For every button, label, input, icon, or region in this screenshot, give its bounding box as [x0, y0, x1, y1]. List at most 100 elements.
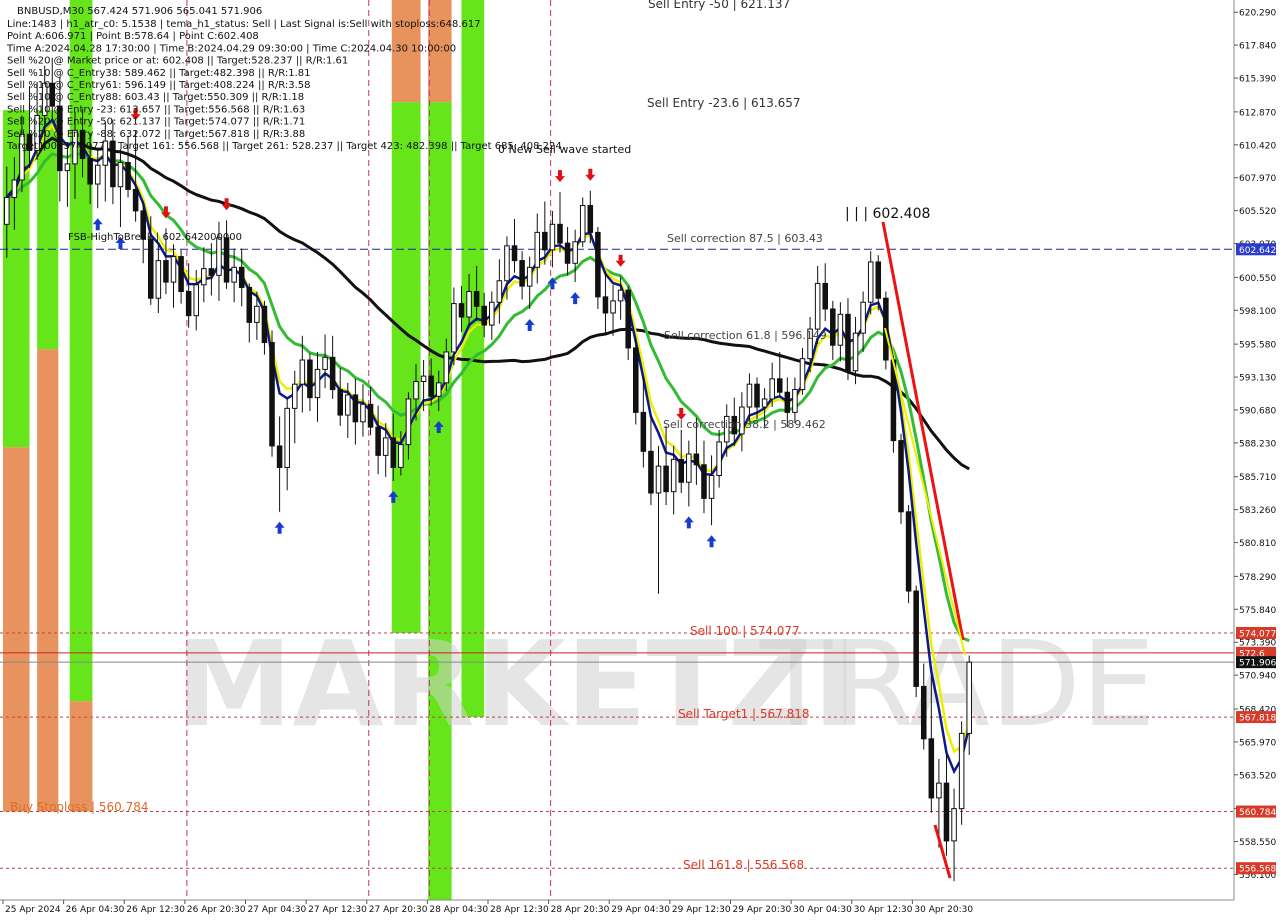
candle-body: [898, 440, 904, 513]
candle-body: [208, 268, 215, 276]
candle-body: [276, 445, 283, 468]
candle-body: [655, 465, 662, 494]
candle-body: [155, 260, 162, 299]
price-tag-label: 574.077: [1239, 629, 1276, 639]
info-line: Line:1483 | h1_atr_c0: 5.1538 | tema_h1_…: [7, 19, 481, 30]
zone-0: [3, 110, 30, 448]
candle-body: [564, 242, 571, 264]
y-tick-label: 612.870: [1239, 108, 1276, 118]
candle-body: [769, 378, 775, 400]
candle-body: [254, 305, 260, 323]
info-line: Sell %10 @ C_Entry88: 603.43 || Target:5…: [7, 92, 304, 103]
price-tag: 556.568: [1236, 862, 1276, 875]
candle-body: [837, 313, 844, 346]
candle-body: [466, 290, 472, 318]
zone-1: [3, 447, 30, 812]
candle-body: [382, 437, 389, 456]
candle-body: [852, 332, 859, 372]
candle-body: [489, 301, 495, 326]
x-tick-label: 29 Apr 04:30: [611, 905, 670, 915]
x-tick-label: 30 Apr 20:30: [914, 905, 973, 915]
y-tick-label: 575.840: [1239, 606, 1276, 616]
candle-body: [678, 458, 685, 483]
candle-body: [163, 260, 169, 283]
candle-body: [405, 398, 412, 446]
y-tick-label: 595.580: [1239, 341, 1276, 351]
x-tick-label: 28 Apr 20:30: [551, 905, 610, 915]
candle-body: [784, 391, 791, 413]
candle-body: [314, 368, 321, 399]
sell-correction-618-label: Sell correction 61.8 | 596.149: [664, 329, 827, 342]
y-tick-label: 605.520: [1239, 207, 1276, 217]
candle-body: [875, 261, 882, 299]
candle-body: [185, 290, 192, 317]
candle-body: [746, 383, 753, 408]
y-tick-label: 558.550: [1239, 838, 1276, 848]
candle-body: [261, 305, 268, 344]
candle-body: [451, 303, 457, 353]
candle-body: [814, 282, 821, 330]
candle-body: [686, 453, 692, 483]
price-tag: 571.906: [1236, 656, 1276, 669]
candle-body: [572, 241, 578, 264]
trading-chart[interactable]: MARKETZI TRADE Sell Entry -50 | 621.137 …: [0, 0, 1280, 920]
candle-body: [519, 260, 525, 287]
x-tick-label: 26 Apr 20:30: [187, 905, 246, 915]
candle-body: [640, 411, 647, 452]
candle-body: [708, 475, 715, 499]
x-tick-label: 26 Apr 04:30: [66, 905, 125, 915]
candle-body: [761, 398, 768, 408]
info-line: Sell %10 @ C_Entry38: 589.462 || Target:…: [7, 68, 310, 79]
candle-body: [428, 375, 434, 397]
symbol-line: BNBUSD,M30 567.424 571.906 565.041 571.9…: [17, 6, 262, 17]
buy-stoploss-label: Buy Stoploss | 560.784: [10, 800, 149, 814]
fsb-high-label: FSB-HighToBreak | 602.642000000: [68, 232, 242, 243]
zone-3: [37, 349, 59, 812]
candle-body: [345, 394, 351, 416]
candle-body: [367, 403, 374, 428]
price-tag: 574.077: [1236, 626, 1276, 639]
price-tag-label: 571.906: [1239, 659, 1276, 669]
info-line: Point A:606.971 | Point B:578.64 | Point…: [7, 31, 259, 42]
candle-body: [216, 237, 222, 276]
candle-body: [830, 308, 836, 346]
candle-body: [534, 231, 541, 268]
candle: [905, 505, 912, 604]
candle-body: [625, 289, 631, 349]
sell-target1-label: Sell Target1 | 567.818: [678, 707, 810, 721]
time-axis: 25 Apr 2024 26 Apr 04:30 26 Apr 12:30 26 Ap…: [0, 899, 1280, 920]
candle-body: [64, 163, 71, 172]
candle-body: [511, 245, 518, 262]
candle-body: [587, 205, 594, 233]
candle: [595, 227, 601, 309]
candle-body: [284, 407, 290, 468]
candle: [913, 585, 919, 698]
y-tick-label: 598.100: [1239, 307, 1276, 317]
x-tick-label: 28 Apr 04:30: [429, 905, 488, 915]
candle-body: [473, 290, 480, 307]
y-tick-label: 570.940: [1239, 672, 1276, 682]
candle-body: [352, 394, 359, 423]
y-tick-label: 590.680: [1239, 406, 1276, 416]
x-tick-label: 30 Apr 12:30: [854, 905, 913, 915]
candle-body: [958, 732, 965, 810]
candle-body: [11, 179, 18, 198]
candle-body: [936, 782, 942, 799]
y-tick-label: 583.260: [1239, 506, 1276, 516]
sell-correction-382-label: Sell correction 38.2 | 589.462: [663, 418, 826, 431]
x-tick-label: 30 Apr 04:30: [793, 905, 852, 915]
candle-body: [231, 266, 237, 283]
candle-body: [238, 266, 245, 288]
candle-body: [822, 282, 828, 310]
x-tick-label: 27 Apr 12:30: [308, 905, 367, 915]
y-tick-label: 563.520: [1239, 771, 1276, 781]
candle-body: [117, 162, 124, 188]
candle-body: [375, 426, 381, 456]
candle-body: [905, 511, 912, 592]
y-tick-label: 607.970: [1239, 174, 1276, 184]
candle-body: [201, 268, 207, 286]
x-tick-label: 27 Apr 20:30: [369, 905, 428, 915]
candle-body: [845, 313, 851, 372]
sell-correction-875-label: Sell correction 87.5 | 603.43: [667, 232, 823, 245]
candle-body: [504, 245, 510, 282]
